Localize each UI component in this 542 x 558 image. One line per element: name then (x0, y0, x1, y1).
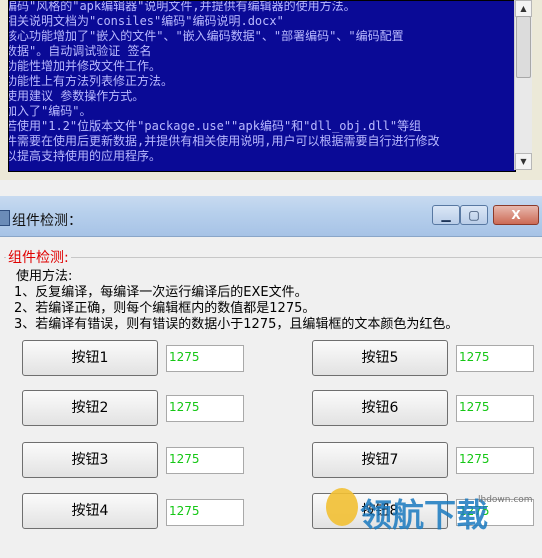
button-6[interactable]: 按钮6 (312, 390, 448, 426)
value-field-7[interactable]: 1275 (456, 447, 534, 474)
console-line: 功能性上有方法列表修正方法。 (8, 74, 174, 88)
button-5[interactable]: 按钮5 (312, 340, 448, 376)
watermark-text: 领航下载 (360, 496, 489, 534)
console-line: 核心功能增加了"嵌入的文件"、"嵌入编码数据"、"部署编码"、"编码配置 (8, 29, 404, 43)
app-icon (0, 210, 10, 226)
console-line: 使用建议 参数操作方式。 (8, 89, 145, 103)
button-4[interactable]: 按钮4 (22, 493, 158, 529)
button-3[interactable]: 按钮3 (22, 442, 158, 478)
usage-step-3: 3、若编译有错误，则有错误的数据小于1275，且编辑框的文本颜色为红色。 (14, 317, 459, 332)
console-output: 编码"风格的"apk编辑器"说明文件,并提供有编辑器的使用方法。 相关说明文档为… (8, 0, 516, 172)
console-scrollbar[interactable]: ▲ ▼ (514, 0, 532, 170)
console-line: 相关说明文档为"consiles"编码"编码说明.docx" (8, 14, 284, 28)
scroll-up-icon[interactable]: ▲ (515, 0, 532, 17)
minimize-button[interactable]: ▁ (432, 205, 460, 225)
console-line: 件需要在使用后更新数据,并提供有相关使用说明,用户可以根据需要自行进行修改 (8, 134, 440, 148)
console-line: 加入了"编码"。 (8, 104, 92, 118)
close-button[interactable]: X (493, 205, 539, 225)
value-field-5[interactable]: 1275 (456, 345, 534, 372)
console-line: 功能性增加并修改文件工作。 (8, 59, 162, 73)
watermark-logo-icon (326, 488, 358, 526)
value-field-6[interactable]: 1275 (456, 395, 534, 422)
console-line: 若使用"1.2"位版本文件"package.use""apk编码"和"dll_o… (8, 119, 422, 133)
console-line: 数据"。自动调试验证 签名 (8, 44, 152, 58)
scroll-thumb[interactable] (516, 16, 531, 78)
button-1[interactable]: 按钮1 (22, 340, 158, 376)
title-bar[interactable]: 组件检测： ▁ ▢ X (0, 196, 542, 237)
value-field-2[interactable]: 1275 (166, 395, 244, 422)
value-field-4[interactable]: 1275 (166, 499, 244, 526)
button-2[interactable]: 按钮2 (22, 390, 158, 426)
console-window: 编码"风格的"apk编辑器"说明文件,并提供有编辑器的使用方法。 相关说明文档为… (0, 0, 542, 180)
watermark-url: lhdown.com (478, 495, 533, 505)
value-field-1[interactable]: 1275 (166, 345, 244, 372)
console-line: 以提高支持使用的应用程序。 (8, 149, 162, 163)
button-7[interactable]: 按钮7 (312, 442, 448, 478)
group-label: 组件检测: (6, 247, 71, 267)
value-field-3[interactable]: 1275 (166, 447, 244, 474)
window-title: 组件检测： (12, 213, 82, 229)
maximize-button[interactable]: ▢ (460, 205, 488, 225)
scroll-down-icon[interactable]: ▼ (515, 153, 532, 170)
console-line: 编码"风格的"apk编辑器"说明文件,并提供有编辑器的使用方法。 (8, 0, 356, 13)
